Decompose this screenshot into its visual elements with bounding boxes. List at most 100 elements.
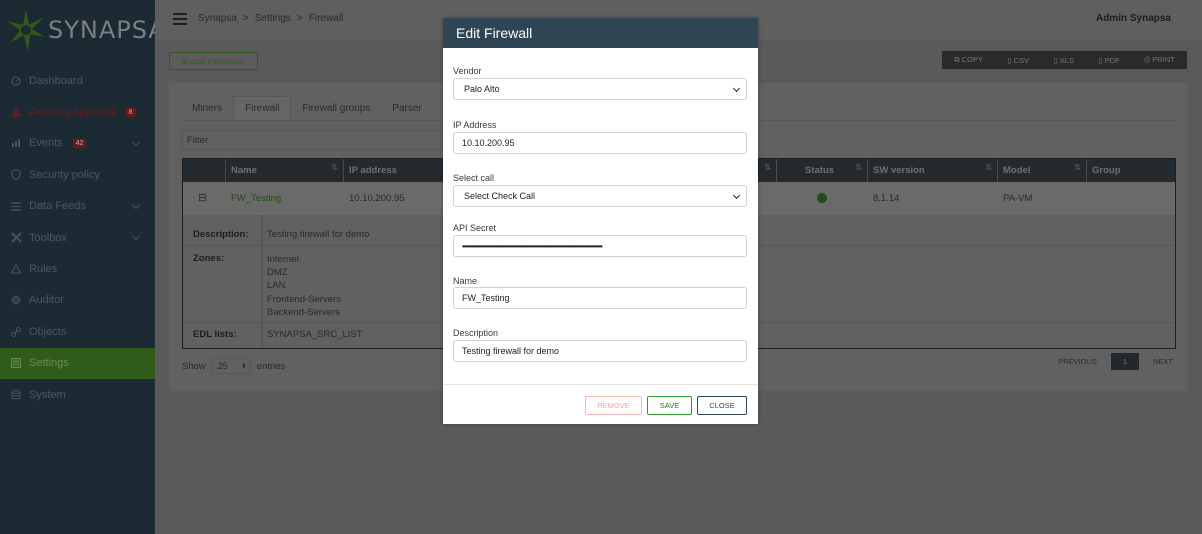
page-length: Show 25 ⬍ entries — [182, 358, 285, 374]
sidebar-item-label: Awaiting approval — [29, 106, 116, 119]
chevron-down-icon — [732, 191, 741, 200]
sidebar-item-awaiting-approval[interactable]: Awaiting approval 8 — [0, 96, 155, 127]
entries-label: entries — [256, 360, 286, 372]
breadcrumb-item[interactable]: Settings — [255, 13, 291, 24]
edit-firewall-modal: Edit Firewall Vendor Palo Alto IP Addres… — [443, 18, 758, 424]
copy-button[interactable]: ⧉ COPY — [954, 55, 983, 65]
next-button[interactable]: NEXT — [1153, 357, 1173, 366]
select-call-value: Select Check Call — [464, 191, 536, 201]
zone-item: DMZ — [267, 267, 288, 279]
modal-title: Edit Firewall — [443, 18, 758, 48]
api-secret-input[interactable]: ••••••••••••••••••••••••••••••••••••••••… — [453, 235, 747, 257]
breadcrumb-item[interactable]: Synapsa — [198, 13, 237, 24]
sidebar-item-toolbox[interactable]: Toolbox — [0, 222, 155, 253]
detail-divider — [261, 215, 263, 348]
settings-icon — [10, 357, 22, 369]
shield-icon — [10, 169, 22, 181]
select-call-select[interactable]: Select Check Call — [453, 185, 747, 207]
sidebar-nav: Dashboard Awaiting approval 8 Events 42 … — [0, 65, 155, 410]
zone-item: Backend-Servers — [267, 306, 340, 318]
name-input[interactable]: FW_Testing — [453, 287, 747, 309]
sidebar-item-system[interactable]: System — [0, 379, 155, 410]
sort-icon: ⇅ — [764, 163, 771, 172]
modal-body: Vendor Palo Alto IP Address 10.10.200.95… — [443, 48, 758, 384]
name-label: Name — [453, 276, 478, 286]
sidebar-item-label: Settings — [29, 357, 69, 370]
tab-parser[interactable]: Parser — [381, 96, 432, 120]
column-label: Name — [231, 165, 257, 176]
edl-label: EDL lists: — [193, 329, 237, 340]
tab-miners[interactable]: Miners — [181, 96, 233, 120]
sidebar: SYNAPSA Dashboard Awaiting approval 8 Ev… — [0, 0, 165, 534]
column-label: Group — [1092, 165, 1121, 176]
breadcrumb: Synapsa > Settings > Firewall — [198, 13, 343, 24]
pdf-button[interactable]: ▯ PDF — [1098, 56, 1119, 65]
sidebar-item-label: System — [29, 388, 66, 401]
approval-count-badge: 8 — [125, 107, 136, 117]
user-menu[interactable]: Admin Synapsa — [1096, 13, 1171, 24]
hamburger-menu-icon[interactable] — [173, 13, 187, 28]
model-cell: PA-VM — [1003, 193, 1033, 204]
system-icon — [10, 389, 22, 401]
pagination: PREVIOUS 1 NEXT — [1058, 353, 1173, 370]
column-group[interactable]: Group — [1087, 159, 1175, 182]
sidebar-item-data-feeds[interactable]: Data Feeds — [0, 191, 155, 222]
sidebar-item-label: Data Feeds — [29, 200, 86, 213]
tools-icon — [10, 232, 22, 244]
remove-button[interactable]: REMOVE — [585, 396, 642, 415]
sidebar-item-rules[interactable]: Rules — [0, 253, 155, 284]
vendor-label: Vendor — [453, 66, 482, 76]
column-expand — [183, 159, 226, 182]
firewall-name-link[interactable]: FW_Testing — [231, 193, 281, 204]
csv-button[interactable]: ▯ CSV — [1007, 56, 1029, 65]
previous-button[interactable]: PREVIOUS — [1058, 357, 1097, 366]
tab-firewall-groups[interactable]: Firewall groups — [291, 96, 381, 120]
logo[interactable]: SYNAPSA — [0, 0, 165, 60]
chevron-down-icon — [131, 231, 141, 241]
select-arrows-icon: ⬍ — [240, 363, 247, 370]
column-label: IP address — [349, 165, 397, 176]
vendor-select[interactable]: Palo Alto — [453, 78, 747, 100]
tab-firewall[interactable]: Firewall — [233, 96, 292, 120]
export-toolbar: ⧉ COPY ▯ CSV ▯ XLS ▯ PDF ⎙ PRINT — [942, 51, 1187, 69]
sort-icon: ⇅ — [331, 163, 338, 172]
ip-address-input[interactable]: 10.10.200.95 — [453, 132, 747, 154]
show-label: Show — [182, 360, 206, 372]
page-1-button[interactable]: 1 — [1110, 353, 1139, 370]
column-hidden-sort[interactable]: ⇅ — [757, 159, 777, 182]
sidebar-item-settings[interactable]: Settings — [0, 347, 155, 379]
sidebar-item-events[interactable]: Events 42 — [0, 128, 155, 159]
column-model[interactable]: Model ⇅ — [998, 159, 1087, 182]
add-firewall-button[interactable]: ⊕ ADD FIREWALL — [169, 52, 258, 70]
sidebar-item-auditor[interactable]: Auditor — [0, 285, 155, 316]
filter-input[interactable]: Filter — [181, 130, 481, 150]
sort-icon: ⇅ — [1074, 163, 1081, 172]
zones-label: Zones: — [193, 253, 225, 264]
column-sw-version[interactable]: SW version ⇅ — [868, 159, 998, 182]
breadcrumb-separator: > — [296, 13, 303, 24]
sidebar-item-dashboard[interactable]: Dashboard — [0, 65, 155, 96]
column-ip[interactable]: IP address — [344, 159, 444, 182]
description-field-label: Description — [453, 328, 499, 338]
save-button[interactable]: SAVE — [647, 396, 692, 415]
column-status[interactable]: Status ⇅ — [777, 159, 868, 182]
xls-button[interactable]: ▯ XLS — [1054, 56, 1074, 65]
list-icon — [10, 200, 22, 212]
sidebar-item-security-policy[interactable]: Security policy — [0, 159, 155, 190]
column-name[interactable]: Name ⇅ — [226, 159, 344, 182]
chevron-down-icon — [131, 200, 141, 209]
plus-circle-icon: ⊕ — [181, 56, 189, 66]
vendor-value: Palo Alto — [464, 84, 500, 94]
edl-value: SYNAPSA_SRC_LIST — [267, 329, 363, 340]
sidebar-item-label: Auditor — [29, 294, 64, 307]
sidebar-item-label: Rules — [29, 263, 58, 276]
collapse-row-icon[interactable]: ⊟ — [198, 191, 207, 204]
column-label: Status — [805, 165, 835, 176]
sidebar-item-objects[interactable]: Objects — [0, 316, 155, 347]
description-input[interactable]: Testing firewall for demo — [453, 340, 747, 362]
sidebar-item-label: Toolbox — [29, 231, 67, 244]
close-button[interactable]: CLOSE — [697, 396, 747, 415]
entries-select[interactable]: 25 ⬍ — [211, 358, 251, 374]
print-button[interactable]: ⎙ PRINT — [1144, 55, 1175, 65]
breadcrumb-item: Firewall — [308, 13, 344, 24]
